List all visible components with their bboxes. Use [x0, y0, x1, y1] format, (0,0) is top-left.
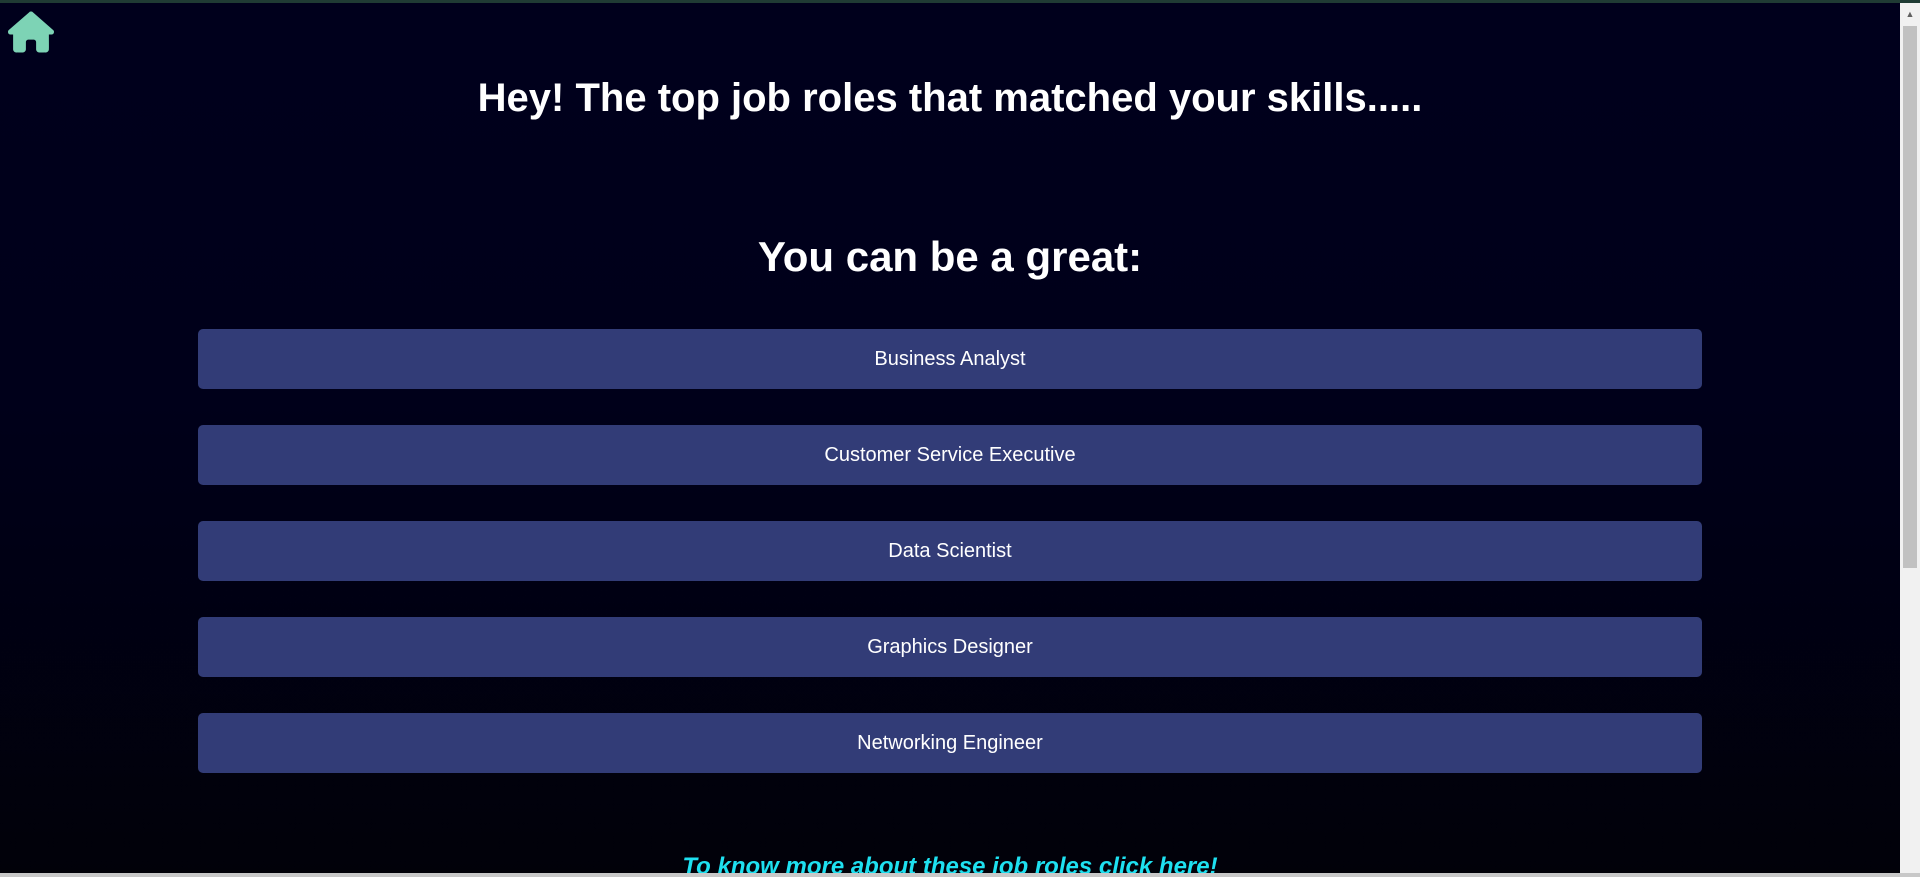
role-button-graphics-designer[interactable]: Graphics Designer	[198, 617, 1702, 677]
role-button-business-analyst[interactable]: Business Analyst	[198, 329, 1702, 389]
page-title: Hey! The top job roles that matched your…	[477, 76, 1423, 120]
role-button-customer-service-executive[interactable]: Customer Service Executive	[198, 425, 1702, 485]
window-top-border	[0, 0, 1920, 3]
scroll-up-arrow-icon[interactable]: ▲	[1900, 4, 1920, 24]
scrollbar-thumb[interactable]	[1903, 26, 1917, 568]
window-bottom-border	[0, 873, 1920, 877]
job-roles-list: Business Analyst Customer Service Execut…	[198, 329, 1702, 809]
role-button-data-scientist[interactable]: Data Scientist	[198, 521, 1702, 581]
home-icon	[8, 11, 54, 53]
role-button-networking-engineer[interactable]: Networking Engineer	[198, 713, 1702, 773]
page-subtitle: You can be a great:	[757, 233, 1143, 280]
home-button[interactable]	[8, 11, 54, 53]
